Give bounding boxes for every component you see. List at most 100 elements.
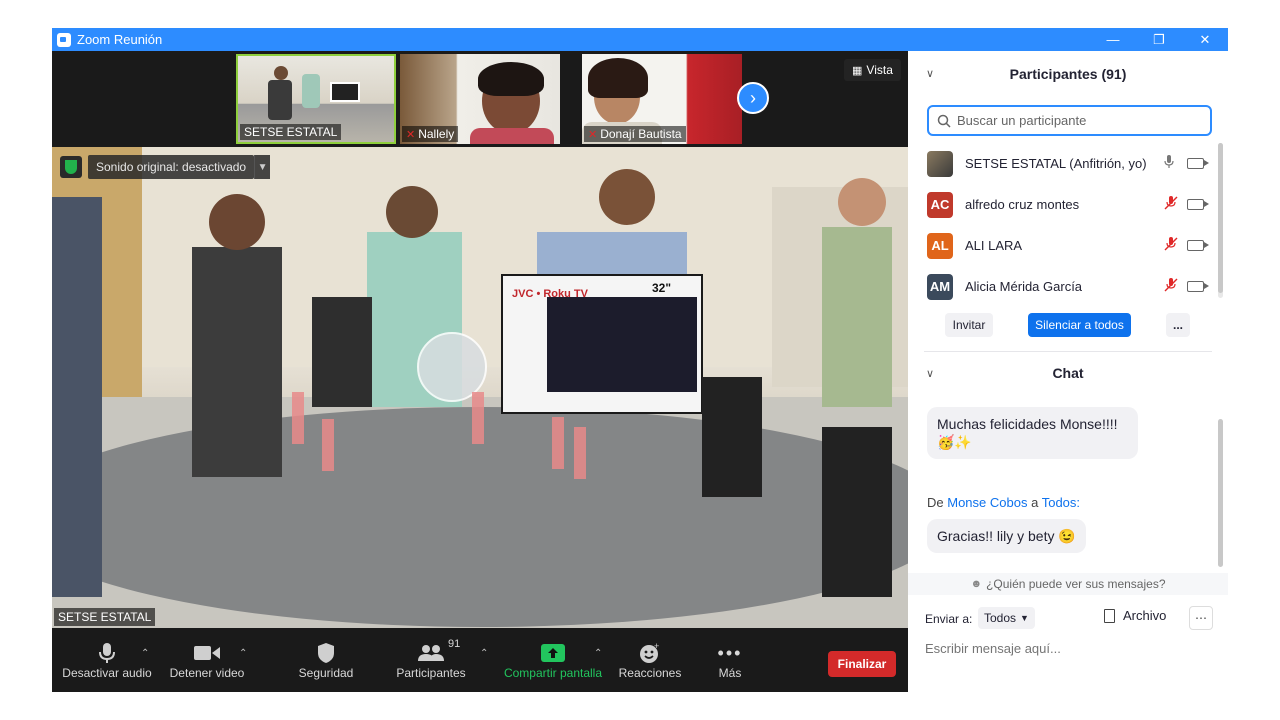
water-bottle [322,419,334,471]
meeting-toolbar: Desactivar audio ⌃ Detener video ⌃ Segur… [52,628,908,692]
who-can-see-messages[interactable]: ☻ ¿Quién puede ver sus mensajes? [908,573,1228,595]
chat-more-button[interactable]: ⋯ [1189,606,1213,630]
main-video: JVC • Roku TV 32" Sonido original: desac… [52,147,908,628]
view-button[interactable]: ▦ Vista [844,59,901,81]
video-area: SETSE ESTATAL ✕ Nallely ✕ Donají Bautista … [52,51,908,628]
svg-text:32": 32" [652,281,671,295]
recipient-name[interactable]: Todos: [1042,495,1080,510]
chevron-right-icon: › [750,87,756,108]
participant-name: ALI LARA [965,238,1023,253]
zoom-logo-icon [57,32,71,47]
chat-scrollbar[interactable] [1218,419,1223,567]
sound-badge: Sonido original: desactivado ▼ [60,155,271,179]
tv-box-icon [330,82,360,102]
water-bottle [472,392,484,444]
video-camera-icon[interactable] [1187,158,1209,169]
mic-off-icon[interactable] [1164,278,1178,295]
participant-row[interactable]: AC alfredo cruz montes [908,184,1220,225]
security-button[interactable]: Seguridad [286,628,366,692]
more-label: Más [718,666,742,680]
tv-box-screen [547,297,697,392]
original-sound-label[interactable]: Sonido original: desactivado [88,155,255,179]
next-page-button[interactable]: › [737,82,769,114]
chevron-down-icon[interactable]: ▼ [254,155,271,179]
mic-off-icon: ✕ [588,128,598,141]
participants-count: 91 [448,638,461,650]
thumbnail-name-label: ✕ Donají Bautista [584,126,686,142]
thumbnail-name-label: SETSE ESTATAL [240,124,342,140]
participant-row[interactable]: AL ALI LARA [908,225,1220,266]
sender-name[interactable]: Monse Cobos [947,495,1027,510]
ellipsis-icon: ⋯ [1195,611,1207,625]
video-thumbnail[interactable]: SETSE ESTATAL [236,54,396,144]
person-hair [478,62,544,96]
avatar: AM [927,273,953,300]
video-camera-icon[interactable] [1187,281,1209,292]
share-screen-button[interactable]: Compartir pantalla [500,628,606,692]
chat-message-input[interactable] [925,637,1215,659]
chat-sender-line: De Monse Cobos a Todos: [927,495,1080,510]
security-label: Seguridad [298,666,354,680]
file-button[interactable]: Archivo [1104,608,1166,623]
mute-audio-label: Desactivar audio [62,666,152,680]
mic-off-icon[interactable] [1164,196,1178,213]
participants-more-button[interactable]: ... [1166,313,1190,337]
participant-search-box[interactable]: Buscar un participante [927,105,1212,136]
person-hair [588,58,648,98]
person-silhouette [302,74,320,108]
participant-row[interactable]: SETSE ESTATAL (Anfitrión, yo) [908,143,1220,184]
water-bottle [292,392,304,444]
main-speaker-name: SETSE ESTATAL [54,608,156,626]
minimize-button[interactable]: — [1090,28,1136,51]
chevron-up-icon[interactable]: ⌃ [141,648,149,659]
from-to: a [1031,495,1039,510]
microphone-icon[interactable] [1164,155,1174,172]
microphone-icon [98,640,116,666]
mic-off-icon: ✕ [406,128,416,141]
video-thumbnail[interactable]: ✕ Donají Bautista [582,54,742,144]
smiley-icon: + [639,640,661,666]
participant-name: alfredo cruz montes [965,197,1080,212]
participants-button[interactable]: 91 Participantes [390,628,472,692]
stop-video-button[interactable]: Detener video [162,628,252,692]
reactions-button[interactable]: + Reacciones [614,628,686,692]
water-bottle [552,417,564,469]
wooden-chair [702,377,762,497]
video-thumbnail[interactable]: ✕ Nallely [400,54,560,144]
close-button[interactable]: ✕ [1182,28,1228,51]
video-camera-icon[interactable] [1187,199,1209,210]
avatar: AL [927,232,953,259]
side-panel: ∨ Participantes (91) Buscar un participa… [908,51,1228,692]
mute-all-button[interactable]: Silenciar a todos [1028,313,1131,337]
end-meeting-button[interactable]: Finalizar [828,651,896,677]
window-title: Zoom Reunión [77,32,163,47]
participants-label: Participantes [396,666,466,680]
divider [924,351,1212,352]
send-to-select[interactable]: Todos ▼ [978,607,1035,629]
invite-button[interactable]: Invitar [945,313,993,337]
avatar [927,150,953,177]
mute-audio-button[interactable]: Desactivar audio [62,628,152,692]
video-camera-icon[interactable] [1187,240,1209,251]
person-right [822,227,892,407]
shield-icon [317,640,335,666]
chevron-up-icon[interactable]: ⌃ [239,648,247,659]
person-shirt [470,128,554,144]
more-button[interactable]: ••• Más [706,628,754,692]
restore-button[interactable]: ❐ [1136,28,1182,51]
person-woman-head [209,194,265,250]
mic-off-icon[interactable] [1164,237,1178,254]
who-can-see-label: ¿Quién puede ver sus mensajes? [986,577,1166,591]
participant-search-input[interactable]: Buscar un participante [957,113,1086,128]
reactions-label: Reacciones [618,666,682,680]
security-shield-icon [60,156,82,178]
thumbnail-name-label: ✕ Nallely [402,126,459,142]
person-blue-head [599,169,655,225]
chevron-up-icon[interactable]: ⌃ [594,648,602,659]
participants-scrollbar[interactable] [1218,143,1223,298]
avatar: AC [927,191,953,218]
participants-icon: 91 [418,638,460,666]
chevron-up-icon[interactable]: ⌃ [480,648,488,659]
participant-row[interactable]: AM Alicia Mérida García [908,266,1220,307]
chat-title: Chat [1052,365,1084,381]
